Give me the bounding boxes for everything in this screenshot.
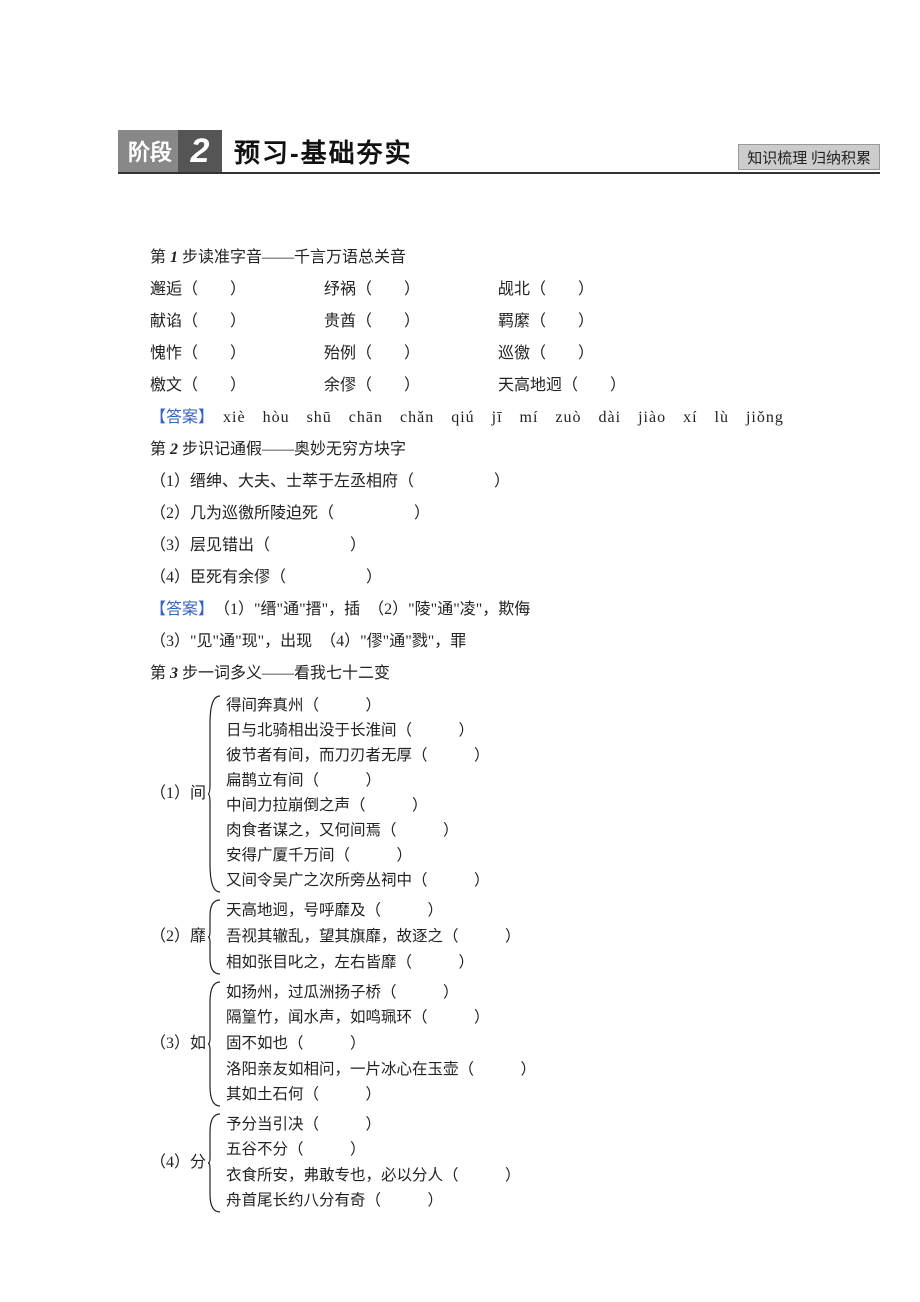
group-lines: 予分当引决（ ） 五谷不分（ ） 衣食所安，弗敢专也，必以分人（ ） 舟首尾长约… [222, 1112, 521, 1214]
text: 步读准字音——千言万语总关音 [178, 249, 406, 266]
step-number: 3 [170, 665, 178, 682]
stage-number-box: 2 [178, 130, 222, 172]
group-label: （4）分 [150, 1112, 208, 1214]
stage-side-label: 知识梳理 归纳积累 [738, 144, 880, 170]
text: 步一词多义——看我七十二变 [178, 665, 390, 682]
usage-line: 中间力拉崩倒之声（ ） [226, 794, 490, 818]
tongjia-item: （3）层见错出（ ） [118, 530, 830, 562]
usage-line: 五谷不分（ ） [226, 1138, 521, 1162]
usage-line: 得间奔真州（ ） [226, 694, 490, 718]
word-item: 余僇（ ） [324, 370, 494, 402]
stage-title: 预习-基础夯实 [222, 130, 413, 172]
polysemy-group-2: （2）靡 天高地迥，号呼靡及（ ） 吾视其辙乱，望其旗靡，故逐之（ ） 相如张目… [118, 898, 830, 976]
usage-line: 吾视其辙乱，望其旗靡，故逐之（ ） [226, 925, 521, 949]
group-lines: 如扬州，过瓜洲扬子桥（ ） 隔篁竹，闻水声，如鸣珮环（ ） 固不如也（ ） 洛阳… [222, 980, 536, 1108]
usage-line: 如扬州，过瓜洲扬子桥（ ） [226, 981, 536, 1005]
usage-line: 天高地迥，号呼靡及（ ） [226, 899, 521, 923]
group-label: （3）如 [150, 980, 208, 1108]
answer-text: （1）"缙"通"搢"，插 （2）"陵"通"凌"，欺侮 [206, 601, 530, 618]
usage-line: 洛阳亲友如相问，一片冰心在玉壶（ ） [226, 1058, 536, 1082]
answer-label: 【答案】 [150, 409, 206, 426]
step1-answer: 【答案】 xiè hòu shū chān chǎn qiú jī mí zuò… [118, 402, 830, 434]
word-item: 羁縻（ ） [498, 306, 668, 338]
word-item: 觇北（ ） [498, 274, 668, 306]
text: 第 [150, 249, 170, 266]
group-label: （2）靡 [150, 898, 208, 976]
bracket-icon [208, 1112, 222, 1214]
usage-line: 隔篁竹，闻水声，如鸣珮环（ ） [226, 1006, 536, 1030]
usage-line: 予分当引决（ ） [226, 1113, 521, 1137]
stage-number: 2 [191, 132, 210, 171]
word-item: 纾祸（ ） [324, 274, 494, 306]
text: 第 [150, 665, 170, 682]
content-body: 第 1 步读准字音——千言万语总关音 邂逅（ ） 纾祸（ ） 觇北（ ） 献谄（… [0, 192, 920, 1214]
step2-answer-line1: 【答案】 （1）"缙"通"搢"，插 （2）"陵"通"凌"，欺侮 [118, 594, 830, 626]
word-item: 天高地迥（ ） [498, 370, 668, 402]
usage-line: 彼节者有间，而刀刃者无厚（ ） [226, 744, 490, 768]
word-item: 献谄（ ） [150, 306, 320, 338]
bracket-icon [208, 694, 222, 894]
word-row: 邂逅（ ） 纾祸（ ） 觇北（ ） [118, 274, 830, 306]
word-item: 邂逅（ ） [150, 274, 320, 306]
polysemy-group-1: （1）间 得间奔真州（ ） 日与北骑相出没于长淮间（ ） 彼节者有间，而刀刃者无… [118, 694, 830, 894]
word-item: 檄文（ ） [150, 370, 320, 402]
step1-heading: 第 1 步读准字音——千言万语总关音 [118, 242, 830, 274]
word-item: 贵酋（ ） [324, 306, 494, 338]
tongjia-item: （2）几为巡徼所陵迫死（ ） [118, 498, 830, 530]
bracket-icon [208, 898, 222, 976]
usage-line: 相如张目叱之，左右皆靡（ ） [226, 951, 521, 975]
tongjia-item: （4）臣死有余僇（ ） [118, 562, 830, 594]
word-row: 献谄（ ） 贵酋（ ） 羁縻（ ） [118, 306, 830, 338]
usage-line: 又间令吴广之次所旁丛祠中（ ） [226, 869, 490, 893]
polysemy-group-3: （3）如 如扬州，过瓜洲扬子桥（ ） 隔篁竹，闻水声，如鸣珮环（ ） 固不如也（… [118, 980, 830, 1108]
group-label: （1）间 [150, 694, 208, 894]
usage-line: 扁鹊立有间（ ） [226, 769, 490, 793]
step3-heading: 第 3 步一词多义——看我七十二变 [118, 658, 830, 690]
word-item: 巡徼（ ） [498, 338, 668, 370]
usage-line: 衣食所安，弗敢专也，必以分人（ ） [226, 1164, 521, 1188]
word-row: 愧怍（ ） 殆例（ ） 巡徼（ ） [118, 338, 830, 370]
bracket-icon [208, 980, 222, 1108]
banner-spacer [413, 130, 739, 172]
answer-pinyin: xiè hòu shū chān chǎn qiú jī mí zuò dài … [206, 409, 784, 426]
step-number: 2 [170, 441, 178, 458]
word-item: 殆例（ ） [324, 338, 494, 370]
group-lines: 得间奔真州（ ） 日与北骑相出没于长淮间（ ） 彼节者有间，而刀刃者无厚（ ） … [222, 694, 490, 894]
usage-line: 其如土石何（ ） [226, 1083, 536, 1107]
word-item: 愧怍（ ） [150, 338, 320, 370]
usage-line: 肉食者谋之，又何间焉（ ） [226, 819, 490, 843]
usage-line: 安得广厦千万间（ ） [226, 844, 490, 868]
step2-heading: 第 2 步识记通假——奥妙无穷方块字 [118, 434, 830, 466]
step-number: 1 [170, 249, 178, 266]
word-row: 檄文（ ） 余僇（ ） 天高地迥（ ） [118, 370, 830, 402]
polysemy-group-4: （4）分 予分当引决（ ） 五谷不分（ ） 衣食所安，弗敢专也，必以分人（ ） … [118, 1112, 830, 1214]
tongjia-item: （1）缙绅、大夫、士萃于左丞相府（ ） [118, 466, 830, 498]
text: 步识记通假——奥妙无穷方块字 [178, 441, 406, 458]
stage-label: 阶段 [118, 130, 178, 172]
answer-label: 【答案】 [150, 601, 206, 618]
usage-line: 舟首尾长约八分有奇（ ） [226, 1189, 521, 1213]
group-lines: 天高地迥，号呼靡及（ ） 吾视其辙乱，望其旗靡，故逐之（ ） 相如张目叱之，左右… [222, 898, 521, 976]
step2-answer-line2: （3）"见"通"现"，出现 （4）"僇"通"戮"，罪 [118, 626, 830, 658]
usage-line: 固不如也（ ） [226, 1032, 536, 1056]
text: 第 [150, 441, 170, 458]
stage-banner: 阶段 2 预习-基础夯实 知识梳理 归纳积累 [118, 130, 880, 174]
usage-line: 日与北骑相出没于长淮间（ ） [226, 719, 490, 743]
